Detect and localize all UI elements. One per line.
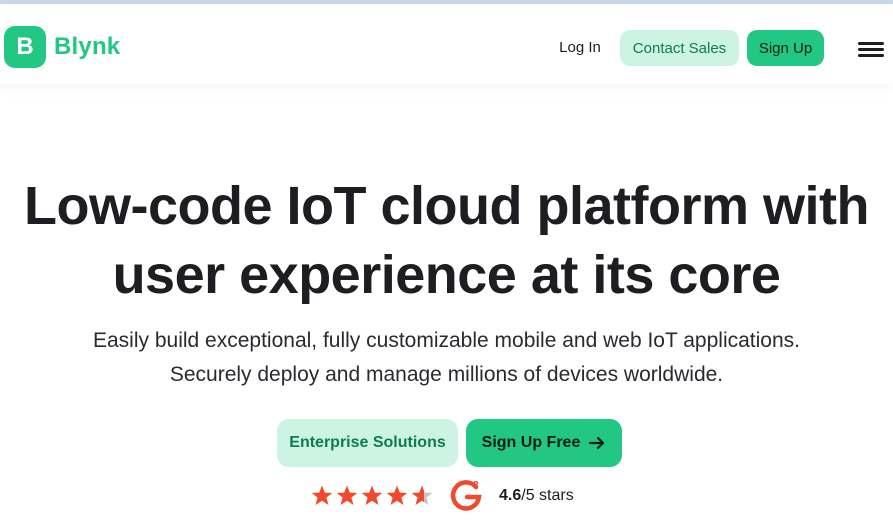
g2-logo-icon: 2 [449, 478, 485, 514]
star-icon [310, 484, 334, 508]
hero-subtitle-line: Easily build exceptional, fully customiz… [93, 329, 800, 352]
rating-score: 4.6 [499, 487, 522, 504]
hero-subtitle-line: Securely deploy and manage millions of d… [169, 363, 724, 386]
enterprise-solutions-label: Enterprise Solutions [289, 434, 446, 451]
blynk-logo-icon: B [4, 26, 46, 68]
star-icon [385, 484, 409, 508]
hero-title-line: user experience at its core [112, 245, 781, 305]
sign-up-free-button[interactable]: Sign Up Free [466, 419, 622, 467]
login-link[interactable]: Log In [552, 34, 608, 62]
menu-bar [858, 54, 884, 57]
rating-row: 2 4.6/5 stars [310, 478, 574, 514]
hero-title-line: Low-code IoT cloud platform with [24, 176, 869, 236]
brand-name: Blynk [54, 33, 121, 60]
blynk-logo-link[interactable]: B Blynk [4, 26, 120, 68]
sign-up-free-label: Sign Up Free [481, 434, 581, 451]
contact-sales-button[interactable]: Contact Sales [620, 30, 739, 66]
enterprise-solutions-button[interactable]: Enterprise Solutions [277, 419, 458, 467]
hero-title: Low-code IoT cloud platform with user ex… [0, 172, 893, 310]
star-icon [335, 484, 359, 508]
menu-bar [858, 48, 884, 51]
sign-up-button[interactable]: Sign Up [747, 30, 824, 66]
rating-text: 4.6/5 stars [499, 487, 574, 505]
star-icon [410, 484, 434, 508]
hamburger-menu-icon[interactable] [858, 42, 884, 60]
star-rating [310, 484, 435, 508]
rating-suffix: /5 stars [521, 487, 574, 504]
arrow-right-icon [588, 434, 606, 452]
menu-bar [858, 42, 884, 45]
top-navbar: B Blynk Log In Contact Sales Sign Up [0, 4, 893, 84]
hero-subtitle: Easily build exceptional, fully customiz… [0, 324, 893, 392]
star-icon [360, 484, 384, 508]
svg-text:2: 2 [473, 480, 479, 491]
